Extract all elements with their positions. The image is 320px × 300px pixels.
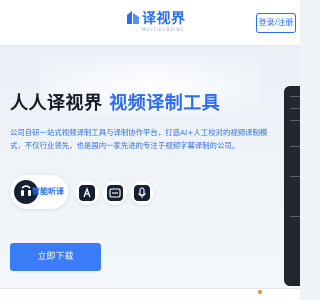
hero-description: 公司自研一站式视频译制工具与译制协作平台，打造AI+人工校对的视频译制模式，不仅… [10,128,268,150]
logo-text: 译视界 [142,11,186,27]
title-accent: 视频译制工具 [109,93,221,114]
decorative-dot [258,290,262,294]
logo-subtext: MULTIDUBBING [142,27,185,32]
tool-translate-icon[interactable] [75,181,99,205]
app-preview-edge [284,86,300,286]
top-header: 译视界 MULTIDUBBING 登录/注册 [0,0,300,46]
login-register-button[interactable]: 登录/注册 [256,13,296,33]
logo-mark-icon [127,11,139,24]
logo[interactable]: 译视界 MULTIDUBBING [126,8,186,38]
bottom-strip [0,288,300,300]
page-title: 人人译视界 视频译制工具 [10,89,220,115]
smart-transcribe-label: 智能听译 [32,187,64,196]
tool-subtitle-icon[interactable] [103,181,127,205]
download-button[interactable]: 立即下载 [10,243,101,271]
smart-transcribe-badge[interactable]: 智能听译 [10,175,68,209]
title-main: 人人译视界 [10,93,103,114]
tool-voice-icon[interactable] [130,181,154,205]
